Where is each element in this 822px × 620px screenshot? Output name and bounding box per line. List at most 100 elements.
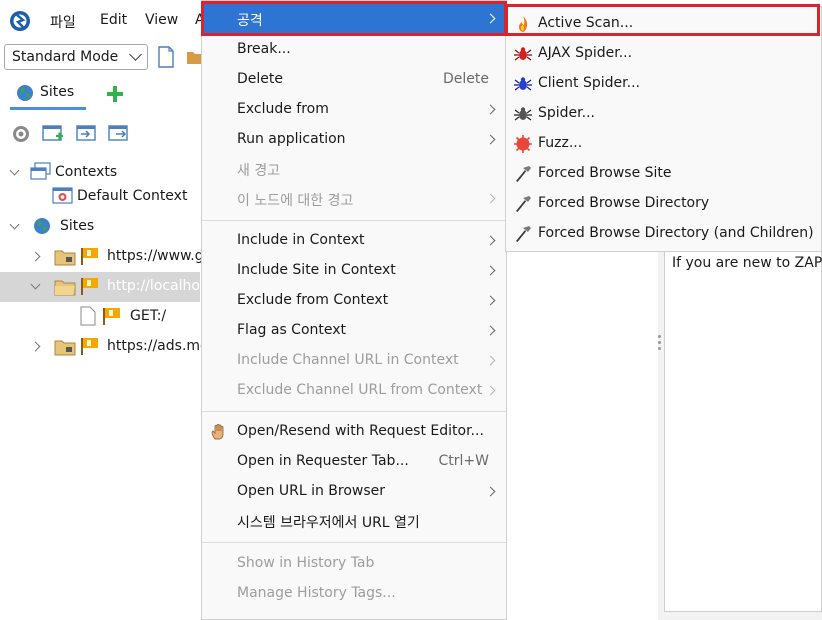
submenu-item-forced-browse-directory-children[interactable]: Forced Browse Directory (and Children) <box>506 219 821 249</box>
folder-lock-icon <box>54 340 76 356</box>
context-target-icon <box>52 187 73 204</box>
menu-item-include-site-in-context[interactable]: Include Site in Context <box>202 256 506 286</box>
chevron-right-icon <box>485 486 496 497</box>
sites-tree: Contexts Default Context Sites https://w… <box>0 158 213 620</box>
chevron-right-icon <box>485 193 496 204</box>
menu-item-open-requester-tab[interactable]: Open in Requester Tab... Ctrl+W <box>202 447 506 477</box>
tree-node-site-1[interactable]: https://www.go <box>0 242 212 272</box>
zap-logo-icon <box>10 11 30 31</box>
menu-item-break[interactable]: Break... <box>202 35 506 65</box>
submenu-item-ajax-spider-label: AJAX Spider... <box>538 45 633 61</box>
menu-item-open-resend-label: Open/Resend with Request Editor... <box>237 423 484 439</box>
chevron-down-icon[interactable] <box>9 165 20 176</box>
menu-item-exclude-from-label: Exclude from <box>237 101 329 117</box>
tree-label-site-2: http://localhost <box>107 278 213 294</box>
add-icon[interactable] <box>106 85 124 103</box>
new-session-icon[interactable] <box>157 46 175 68</box>
tree-node-sites[interactable]: Sites <box>0 212 200 242</box>
menu-item-include-site-in-context-label: Include Site in Context <box>237 262 396 278</box>
menu-item-open-url-browser[interactable]: Open URL in Browser <box>202 477 506 507</box>
hand-icon <box>211 424 224 440</box>
import-context-icon[interactable] <box>76 124 98 144</box>
chevron-right-icon[interactable] <box>30 251 41 262</box>
menu-item-show-history-tab-label: Show in History Tab <box>237 555 375 571</box>
menu-item-include-channel-url: Include Channel URL in Context <box>202 346 506 376</box>
submenu-item-forced-browse-directory[interactable]: Forced Browse Directory <box>506 189 821 219</box>
chevron-right-icon <box>485 295 496 306</box>
chevron-down-icon[interactable] <box>9 219 20 230</box>
requester-shortcut: Ctrl+W <box>438 453 489 469</box>
menu-item-delete-label: Delete <box>237 71 283 87</box>
tab-sites-label: Sites <box>40 84 75 100</box>
target-icon[interactable] <box>12 125 30 143</box>
menu-separator <box>202 542 506 543</box>
menu-item-show-history-tab: Show in History Tab <box>202 549 506 579</box>
flag-icon <box>81 338 98 355</box>
chevron-right-icon[interactable] <box>30 341 41 352</box>
menu-item-open-system-browser[interactable]: 시스템 브라우저에서 URL 열기 <box>202 506 506 536</box>
menu-separator <box>202 220 506 221</box>
menu-item-alerts-for-node-label: 이 노드에 대한 경고 <box>237 193 354 209</box>
splitter-handle[interactable] <box>656 333 662 353</box>
submenu-item-client-spider[interactable]: Client Spider... <box>506 69 821 99</box>
mode-select[interactable]: Standard Mode <box>4 44 148 70</box>
hammer-icon <box>516 226 531 242</box>
submenu-item-forced-browse-site[interactable]: Forced Browse Site <box>506 159 821 189</box>
submenu-item-ajax-spider[interactable]: AJAX Spider... <box>506 39 821 69</box>
chevron-right-icon <box>485 385 496 396</box>
flag-icon <box>81 278 98 295</box>
chevron-down-icon[interactable] <box>30 279 41 290</box>
tree-label-site-3: https://ads.mo <box>107 338 209 354</box>
tree-node-default-context[interactable]: Default Context <box>0 182 200 212</box>
submenu-item-fuzz-label: Fuzz... <box>538 135 583 151</box>
tab-sites[interactable]: Sites <box>10 78 86 110</box>
menu-item-delete[interactable]: Delete Delete <box>202 65 506 95</box>
export-context-icon[interactable] <box>108 124 130 144</box>
menu-item-run-application[interactable]: Run application <box>202 125 506 155</box>
spider-icon <box>514 107 532 121</box>
menu-item-include-in-context[interactable]: Include in Context <box>202 226 506 256</box>
submenu-item-spider[interactable]: Spider... <box>506 99 821 129</box>
menu-item-manage-history-tags-label: Manage History Tags... <box>237 585 396 601</box>
menu-item-exclude-from-context-label: Exclude from Context <box>237 292 389 308</box>
open-session-icon[interactable] <box>187 48 201 66</box>
attack-submenu: Active Scan... AJAX Spider... Client Spi… <box>505 6 822 252</box>
flag-icon <box>103 308 120 325</box>
chevron-down-icon <box>129 48 142 61</box>
delete-shortcut: Delete <box>443 71 489 87</box>
submenu-item-fuzz[interactable]: Fuzz... <box>506 129 821 159</box>
submenu-item-spider-label: Spider... <box>538 105 595 121</box>
tree-node-site-3[interactable]: https://ads.mo <box>0 332 209 362</box>
context-menu: 공격 Break... Delete Delete Exclude from R… <box>201 0 507 620</box>
menu-separator <box>202 411 506 412</box>
menu-item-flag-as-context[interactable]: Flag as Context <box>202 316 506 346</box>
info-panel <box>664 250 822 612</box>
tree-label-default-context: Default Context <box>77 188 188 204</box>
menu-item-run-application-label: Run application <box>237 131 346 147</box>
submenu-item-client-spider-label: Client Spider... <box>538 75 640 91</box>
info-text: If you are new to ZAP th <box>672 255 822 271</box>
hammer-icon <box>516 166 531 182</box>
menu-item-flag-as-context-label: Flag as Context <box>237 322 347 338</box>
page-icon <box>80 306 96 326</box>
menu-view[interactable]: View <box>145 12 178 28</box>
submenu-item-forced-browse-site-label: Forced Browse Site <box>538 165 672 181</box>
chevron-right-icon <box>485 355 496 366</box>
tree-node-site-2[interactable]: http://localhost <box>0 272 213 302</box>
menu-item-open-system-browser-label: 시스템 브라우저에서 URL 열기 <box>237 515 420 531</box>
submenu-item-forced-browse-directory-label: Forced Browse Directory <box>538 195 710 211</box>
blue-spider-icon <box>514 77 532 91</box>
hammer-icon <box>516 196 531 212</box>
chevron-right-icon <box>485 265 496 276</box>
tree-node-get[interactable]: GET:/ <box>0 302 200 332</box>
flag-icon <box>81 248 98 265</box>
tree-label-get: GET:/ <box>130 308 167 324</box>
menu-item-open-resend[interactable]: Open/Resend with Request Editor... <box>202 417 506 447</box>
new-context-icon[interactable] <box>42 124 64 144</box>
menu-edit[interactable]: Edit <box>100 12 127 28</box>
menu-item-exclude-from[interactable]: Exclude from <box>202 95 506 125</box>
menu-item-break-label: Break... <box>237 41 291 57</box>
menu-item-exclude-from-context[interactable]: Exclude from Context <box>202 286 506 316</box>
menu-item-new-alert-label: 새 경고 <box>237 163 281 179</box>
menu-file[interactable]: 파일 <box>50 12 76 32</box>
